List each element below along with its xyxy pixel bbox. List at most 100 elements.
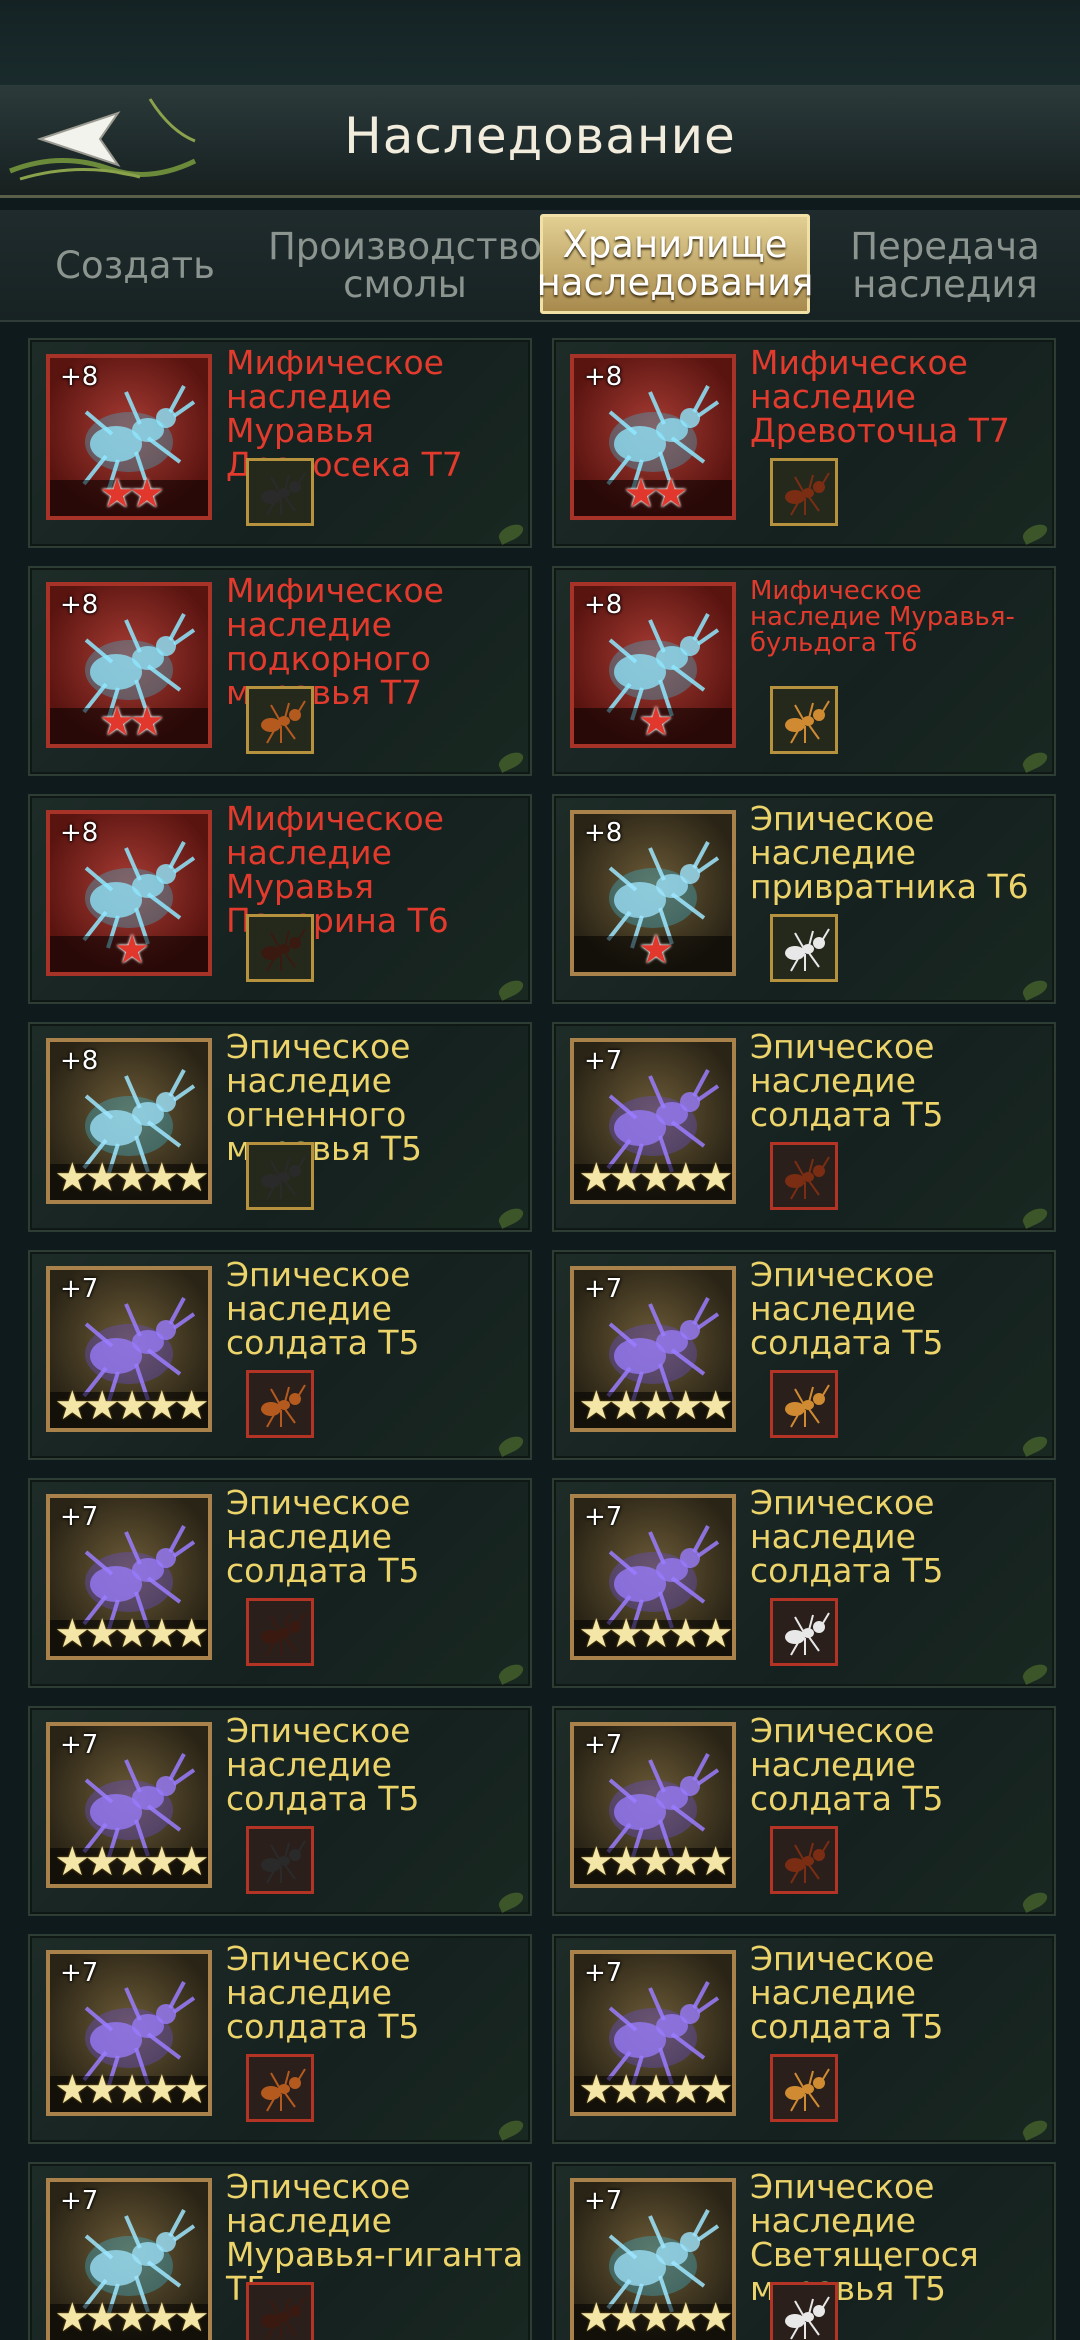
soldier-ant-icon xyxy=(246,1370,314,1438)
star-rating: ★★★★★ xyxy=(54,2295,208,2340)
star-rating: ★ xyxy=(638,699,674,745)
star-rating: ★★★★★ xyxy=(578,2295,732,2340)
star-rating: ★★★★★ xyxy=(54,2067,208,2113)
inheritance-card[interactable]: ★★★★★ +7 Эпическое наследие солдата Т5 xyxy=(552,1706,1056,1916)
giant-ant-icon xyxy=(246,2282,314,2340)
card-title: Эпическое наследие солдата Т5 xyxy=(750,1711,944,1818)
level-badge: +7 xyxy=(60,1274,99,1304)
inheritance-portrait: ★ +8 xyxy=(570,582,736,748)
inheritance-grid[interactable]: ★★ +8 Мифическое наследие Муравья Дровосек… xyxy=(0,320,1080,2340)
card-title: Эпическое наследие солдата Т5 xyxy=(750,1027,944,1134)
doorkeeper-ant-icon xyxy=(770,914,838,982)
inheritance-card[interactable]: ★★★★★ +7 Эпическое наследие солдата Т5 xyxy=(552,1478,1056,1688)
inheritance-card[interactable]: ★★ +8 Мифическое наследие Муравья Дровосек… xyxy=(28,338,532,548)
level-badge: +8 xyxy=(60,818,99,848)
soldier-ant-icon xyxy=(770,1370,838,1438)
tab-inheritance-storage[interactable]: Хранилище наследования xyxy=(537,214,813,314)
star-rating: ★★★★★ xyxy=(578,1839,732,1885)
level-badge: +7 xyxy=(584,2186,623,2216)
level-badge: +7 xyxy=(60,1958,99,1988)
inheritance-portrait: ★★★★★ +7 xyxy=(46,2178,212,2340)
glowing-ant-icon xyxy=(770,2282,838,2340)
level-badge: +8 xyxy=(60,362,99,392)
level-badge: +7 xyxy=(60,1502,99,1532)
white-ant-icon xyxy=(770,1598,838,1666)
level-badge: +8 xyxy=(60,590,99,620)
soldier-ant-icon xyxy=(246,2054,314,2122)
bark-ant-icon xyxy=(246,686,314,754)
inheritance-portrait: ★★★★★ +7 xyxy=(570,1950,736,2116)
star-rating: ★★★★★ xyxy=(578,1383,732,1429)
ponerine-ant-icon xyxy=(246,914,314,982)
inheritance-card[interactable]: ★★★★★ +7 Эпическое наследие солдата Т5 xyxy=(28,1478,532,1688)
inheritance-portrait: ★★★★★ +7 xyxy=(570,1266,736,1432)
card-title: Мифическое наследие Муравья-бульдога Т6 xyxy=(750,576,1015,658)
card-title: Эпическое наследие солдата Т5 xyxy=(226,1939,420,2046)
star-rating: ★★★★★ xyxy=(54,1839,208,1885)
inheritance-card[interactable]: ★ +8 Мифическое наследие Муравья Понерина … xyxy=(28,794,532,1004)
level-badge: +7 xyxy=(584,1502,623,1532)
inheritance-portrait: ★★ +8 xyxy=(46,354,212,520)
star-rating: ★★ xyxy=(99,471,165,517)
star-rating: ★ xyxy=(638,927,674,973)
inheritance-portrait: ★ +8 xyxy=(570,810,736,976)
inheritance-card[interactable]: ★★★★★ +7 Эпическое наследие солдата Т5 xyxy=(552,1934,1056,2144)
inheritance-card[interactable]: ★★ +8 Мифическое наследие подкорного мурав… xyxy=(28,566,532,776)
soldier-ant-icon xyxy=(770,2054,838,2122)
tab-inheritance-transfer[interactable]: Передача наследия xyxy=(810,218,1080,314)
page-title: Наследование xyxy=(344,107,736,165)
inheritance-card[interactable]: ★★★★★ +8 Эпическое наследие огненного мура… xyxy=(28,1022,532,1232)
level-badge: +7 xyxy=(584,1046,623,1076)
inheritance-card[interactable]: ★ +8 Эпическое наследие привратника Т6 xyxy=(552,794,1056,1004)
card-title: Эпическое наследие солдата Т5 xyxy=(750,1939,944,2046)
card-title: Эпическое наследие солдата Т5 xyxy=(226,1255,420,1362)
inheritance-portrait: ★★★★★ +7 xyxy=(46,1266,212,1432)
tab-bar: Создать Производство смолы Хранилище нас… xyxy=(0,210,1080,322)
star-rating: ★★★★★ xyxy=(54,1383,208,1429)
fire-ant-icon xyxy=(246,1142,314,1210)
card-title: Эпическое наследие привратника Т6 xyxy=(750,799,1029,906)
inheritance-portrait: ★★★★★ +7 xyxy=(570,1038,736,1204)
inheritance-portrait: ★★★★★ +7 xyxy=(570,1722,736,1888)
inheritance-card[interactable]: ★★★★★ +7 Эпическое наследие солдата Т5 xyxy=(552,1250,1056,1460)
inheritance-card[interactable]: ★★ +8 Мифическое наследие Древоточца Т7 xyxy=(552,338,1056,548)
level-badge: +8 xyxy=(60,1046,99,1076)
star-rating: ★★★★★ xyxy=(578,1155,732,1201)
inheritance-portrait: ★★★★★ +8 xyxy=(46,1038,212,1204)
inheritance-card[interactable]: ★★★★★ +7 Эпическое наследие солдата Т5 xyxy=(28,1250,532,1460)
inheritance-portrait: ★★ +8 xyxy=(570,354,736,520)
tab-resin-production[interactable]: Производство смолы xyxy=(268,218,542,314)
inheritance-card[interactable]: ★★★★★ +7 Эпическое наследие Муравья-гигант… xyxy=(28,2162,532,2340)
star-rating: ★★★★★ xyxy=(578,2067,732,2113)
inheritance-card[interactable]: ★★★★★ +7 Эпическое наследие солдата Т5 xyxy=(552,1022,1056,1232)
star-rating: ★★★★★ xyxy=(578,1611,732,1657)
soldier-ant-icon xyxy=(246,1826,314,1894)
card-title: Эпическое наследие солдата Т5 xyxy=(750,1255,944,1362)
tab-create[interactable]: Создать xyxy=(0,218,270,314)
black-ant-icon xyxy=(246,458,314,526)
level-badge: +7 xyxy=(60,2186,99,2216)
inheritance-portrait: ★★★★★ +7 xyxy=(570,2178,736,2340)
inheritance-card[interactable]: ★★★★★ +7 Эпическое наследие солдата Т5 xyxy=(28,1934,532,2144)
level-badge: +8 xyxy=(584,818,623,848)
card-title: Эпическое наследие солдата Т5 xyxy=(226,1483,420,1590)
card-title: Эпическое наследие солдата Т5 xyxy=(750,1483,944,1590)
inheritance-card[interactable]: ★★★★★ +7 Эпическое наследие Светящегося му… xyxy=(552,2162,1056,2340)
card-title: Мифическое наследие Древоточца Т7 xyxy=(750,343,1010,450)
inheritance-card[interactable]: ★★★★★ +7 Эпическое наследие солдата Т5 xyxy=(28,1706,532,1916)
star-rating: ★★★★★ xyxy=(54,1611,208,1657)
inheritance-portrait: ★★★★★ +7 xyxy=(46,1722,212,1888)
soldier-ant-icon xyxy=(246,1598,314,1666)
inheritance-card[interactable]: ★ +8 Мифическое наследие Муравья-бульдога … xyxy=(552,566,1056,776)
inheritance-portrait: ★★ +8 xyxy=(46,582,212,748)
level-badge: +8 xyxy=(584,590,623,620)
bulldog-ant-icon xyxy=(770,686,838,754)
star-rating: ★★★★★ xyxy=(54,1155,208,1201)
inheritance-portrait: ★★★★★ +7 xyxy=(570,1494,736,1660)
star-rating: ★ xyxy=(114,927,150,973)
inheritance-portrait: ★★★★★ +7 xyxy=(46,1950,212,2116)
woodborer-ant-icon xyxy=(770,458,838,526)
header-bar: Наследование xyxy=(0,85,1080,198)
soldier-ant-icon xyxy=(770,1142,838,1210)
level-badge: +7 xyxy=(584,1274,623,1304)
